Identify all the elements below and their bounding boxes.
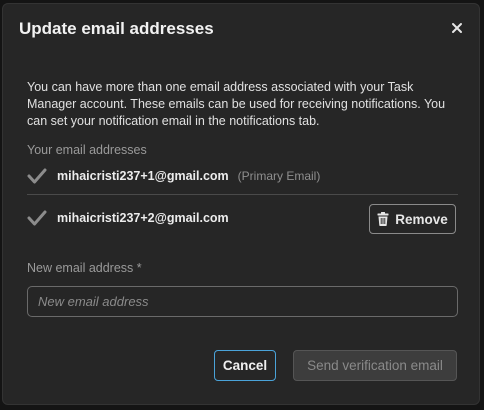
remove-email-button[interactable]: Remove [369,204,456,234]
checkmark-icon [27,167,47,185]
new-email-label: New email address * [27,261,142,275]
trash-icon [377,212,389,226]
email-address: mihaicristi237+2@gmail.com [57,211,229,225]
remove-button-label: Remove [395,211,448,227]
update-email-dialog: Update email addresses You can have more… [2,3,480,405]
divider [27,194,458,195]
dialog-description: You can have more than one email address… [27,80,446,128]
checkmark-icon [27,209,47,227]
cancel-button[interactable]: Cancel [214,350,276,381]
primary-email-tag: (Primary Email) [237,169,321,183]
emails-section-label: Your email addresses [27,143,147,157]
send-verification-email-button[interactable]: Send verification email [293,350,457,381]
dialog-title: Update email addresses [19,19,214,38]
email-address: mihaicristi237+1@gmail.com [57,169,229,183]
close-icon[interactable] [449,20,465,36]
email-row-primary: mihaicristi237+1@gmail.com (Primary Emai… [27,164,457,188]
new-email-input[interactable] [27,286,458,317]
